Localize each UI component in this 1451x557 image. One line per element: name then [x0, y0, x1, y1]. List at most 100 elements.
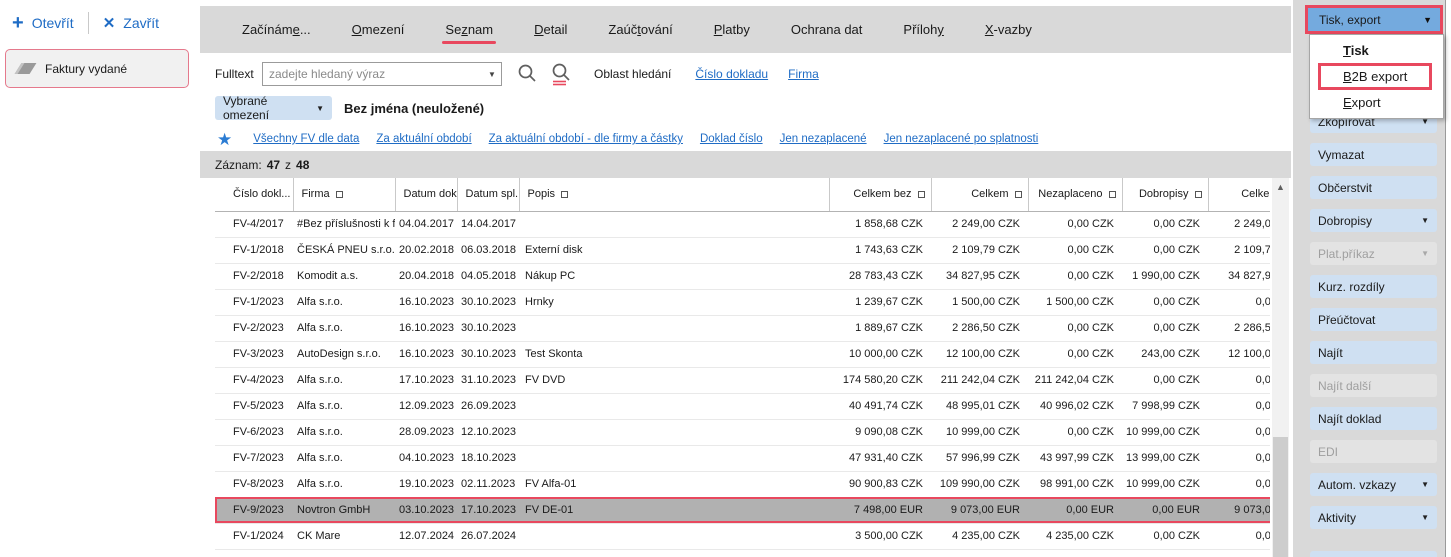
table-row-fv-1-2024[interactable]: FV-1/2024CK Mare12.07.202426.07.20243 50…: [215, 523, 1270, 549]
tab-zauctovani[interactable]: Zaúčtování: [608, 22, 672, 37]
sidebar-button-obcerstvit[interactable]: Občerstvit: [1310, 176, 1437, 199]
cell-celkem-bez: 90 900,83 CZK: [829, 471, 931, 497]
print-export-button[interactable]: Tisk, export ▼: [1305, 5, 1443, 34]
sidebar-button-partial[interactable]: [1310, 551, 1437, 557]
table-row-fv-8-2023[interactable]: FV-8/2023Alfa s.r.o.19.10.202302.11.2023…: [215, 471, 1270, 497]
cell-datum-dok: 16.10.2023: [395, 315, 457, 341]
table-row-fv-3-2023[interactable]: FV-3/2023AutoDesign s.r.o.16.10.202330.1…: [215, 341, 1270, 367]
cell-celke: 0,00: [1208, 419, 1270, 445]
tab-platby[interactable]: Platby: [714, 22, 750, 37]
column-header-celke[interactable]: Celke...: [1208, 178, 1270, 211]
close-button[interactable]: ✕ Zavřít: [103, 14, 159, 32]
quick-link-jen-nezaplacene[interactable]: Jen nezaplacené: [780, 133, 867, 145]
cell-popis: FV DE-01: [519, 497, 829, 523]
tab-x-vazby[interactable]: X-vazby: [985, 22, 1032, 37]
column-header-datum-dok[interactable]: Datum dok.: [395, 178, 457, 211]
table-row-fv-4-2023[interactable]: FV-4/2023Alfa s.r.o.17.10.202331.10.2023…: [215, 367, 1270, 393]
quick-link-vsechny-fv-dle-data[interactable]: Všechny FV dle data: [253, 133, 359, 145]
table-row-fv-7-2023[interactable]: FV-7/2023Alfa s.r.o.04.10.202318.10.2023…: [215, 445, 1270, 471]
table-row-fv-9-2023-selected[interactable]: FV-9/2023Novtron GmbH03.10.202317.10.202…: [215, 497, 1270, 523]
cell-cislo-dokl: FV-3/2023: [215, 341, 293, 367]
selected-restriction-button[interactable]: Vybrané omezení ▼: [215, 96, 332, 120]
table-row-fv-6-2023[interactable]: FV-6/2023Alfa s.r.o.28.09.202312.10.2023…: [215, 419, 1270, 445]
sidebar-button-autom-vzkazy[interactable]: Autom. vzkazy▼: [1310, 473, 1437, 496]
search-highlight-icon[interactable]: [550, 62, 572, 86]
sidebar-button-kurz-rozdily[interactable]: Kurz. rozdíly: [1310, 275, 1437, 298]
cell-celkem-bez: 10 000,00 CZK: [829, 341, 931, 367]
scroll-up-arrow-icon[interactable]: ▲: [1272, 178, 1289, 196]
filter-square-icon[interactable]: [918, 191, 925, 198]
cell-dobropisy: 0,00 CZK: [1122, 289, 1208, 315]
sidebar-button-najit-dalsi[interactable]: Najít další: [1310, 374, 1437, 397]
cell-celkem-bez: 1 858,68 CZK: [829, 211, 931, 237]
table-row-fv-2-2018[interactable]: FV-2/2018Komodit a.s.20.04.201804.05.201…: [215, 263, 1270, 289]
filter-square-icon[interactable]: [1109, 191, 1116, 198]
sidebar-button-najit[interactable]: Najít: [1310, 341, 1437, 364]
menu-item-b2b-export[interactable]: B2B export: [1319, 64, 1431, 89]
sidebar-button-vymazat[interactable]: Vymazat: [1310, 143, 1437, 166]
table-header-row: Číslo dokl...FirmaDatum dok.Datum spl.Po…: [215, 178, 1270, 211]
cell-celke: 0,00: [1208, 445, 1270, 471]
table-row-fv-5-2023[interactable]: FV-5/2023Alfa s.r.o.12.09.202326.09.2023…: [215, 393, 1270, 419]
sidebar-button-edi[interactable]: EDI: [1310, 440, 1437, 463]
quick-link-doklad-cislo[interactable]: Doklad číslo: [700, 133, 763, 145]
quick-link-za-aktualni-obdobi-dle-firmy-a-castky[interactable]: Za aktuální období - dle firmy a částky: [489, 133, 683, 145]
table-row-fv-4-2017[interactable]: FV-4/2017#Bez příslušnosti k firmě04.04.…: [215, 211, 1270, 237]
table-vertical-scrollbar[interactable]: ▲: [1272, 178, 1289, 557]
tab-prilohy[interactable]: Přílohy: [903, 22, 943, 37]
quick-link-za-aktualni-obdobi[interactable]: Za aktuální období: [376, 133, 471, 145]
column-header-datum-spl[interactable]: Datum spl.: [457, 178, 519, 211]
column-header-cislo-dokl[interactable]: Číslo dokl...: [215, 178, 293, 211]
sidebar-button-dobropisy[interactable]: Dobropisy▼: [1310, 209, 1437, 232]
tab-omezeni[interactable]: Omezení: [352, 22, 405, 37]
column-header-celkem-bez[interactable]: Celkem bez: [829, 178, 931, 211]
table-row-fv-1-2018[interactable]: FV-1/2018ČESKÁ PNEU s.r.o.20.02.201806.0…: [215, 237, 1270, 263]
cell-celkem: 10 999,00 CZK: [931, 419, 1028, 445]
scrollbar-thumb[interactable]: [1273, 437, 1288, 557]
sidebar-group-3: Přeúčtovat Najít Najít další Najít doklad ED…: [1293, 308, 1437, 529]
search-icon[interactable]: [516, 62, 538, 86]
sidebar-button-najit-doklad[interactable]: Najít doklad: [1310, 407, 1437, 430]
cell-popis: [519, 315, 829, 341]
column-header-popis[interactable]: Popis: [519, 178, 829, 211]
tab-zaciname[interactable]: Začínáme...: [242, 22, 311, 37]
cell-dobropisy: 1 990,00 CZK: [1122, 263, 1208, 289]
open-button-label: Otevřít: [32, 15, 74, 31]
scope-link-cislo-dokladu[interactable]: Číslo dokladu: [695, 67, 768, 81]
fulltext-input[interactable]: [263, 67, 483, 81]
table-row-fv-2-2023[interactable]: FV-2/2023Alfa s.r.o.16.10.202330.10.2023…: [215, 315, 1270, 341]
cell-datum-spl: 26.07.2024: [457, 523, 519, 549]
left-panel-item-faktury-vydane[interactable]: Faktury vydané: [5, 49, 189, 88]
filter-square-icon[interactable]: [1015, 191, 1022, 198]
filter-square-icon[interactable]: [1195, 191, 1202, 198]
sidebar-button-aktivity[interactable]: Aktivity▼: [1310, 506, 1437, 529]
cell-cislo-dokl: FV-1/2024: [215, 523, 293, 549]
scope-link-firma[interactable]: Firma: [788, 67, 819, 81]
cell-datum-spl: 12.10.2023: [457, 419, 519, 445]
filter-square-icon[interactable]: [336, 191, 343, 198]
column-header-firma[interactable]: Firma: [293, 178, 395, 211]
column-header-celkem[interactable]: Celkem: [931, 178, 1028, 211]
cell-celkem-bez: 40 491,74 CZK: [829, 393, 931, 419]
open-button[interactable]: + Otevřít: [12, 14, 74, 32]
sidebar-button-preuctovat[interactable]: Přeúčtovat: [1310, 308, 1437, 331]
favorite-star-icon[interactable]: ★: [217, 131, 232, 148]
tab-seznam[interactable]: Seznam: [445, 22, 493, 37]
menu-item-tisk[interactable]: Tisk: [1310, 38, 1443, 63]
column-header-dobropisy[interactable]: Dobropisy: [1122, 178, 1208, 211]
cell-datum-spl: 17.10.2023: [457, 497, 519, 523]
cell-datum-spl: 02.11.2023: [457, 471, 519, 497]
column-header-nezaplaceno[interactable]: Nezaplaceno: [1028, 178, 1122, 211]
cell-firma: AutoDesign s.r.o.: [293, 341, 395, 367]
table-row-fv-1-2023[interactable]: FV-1/2023Alfa s.r.o.16.10.202330.10.2023…: [215, 289, 1270, 315]
sidebar-button-plat-prikaz[interactable]: Plat.příkaz▼: [1310, 242, 1437, 265]
tab-ochrana-dat[interactable]: Ochrana dat: [791, 22, 863, 37]
menu-item-export[interactable]: Export: [1310, 90, 1443, 115]
cell-popis: [519, 523, 829, 549]
cell-nezaplaceno: 0,00 CZK: [1028, 263, 1122, 289]
filter-square-icon[interactable]: [561, 191, 568, 198]
fulltext-dropdown-icon[interactable]: ▼: [483, 70, 501, 79]
quick-link-jen-nezaplacene-po-splatnosti[interactable]: Jen nezaplacené po splatnosti: [884, 133, 1039, 145]
cell-popis: [519, 445, 829, 471]
tab-detail[interactable]: Detail: [534, 22, 567, 37]
